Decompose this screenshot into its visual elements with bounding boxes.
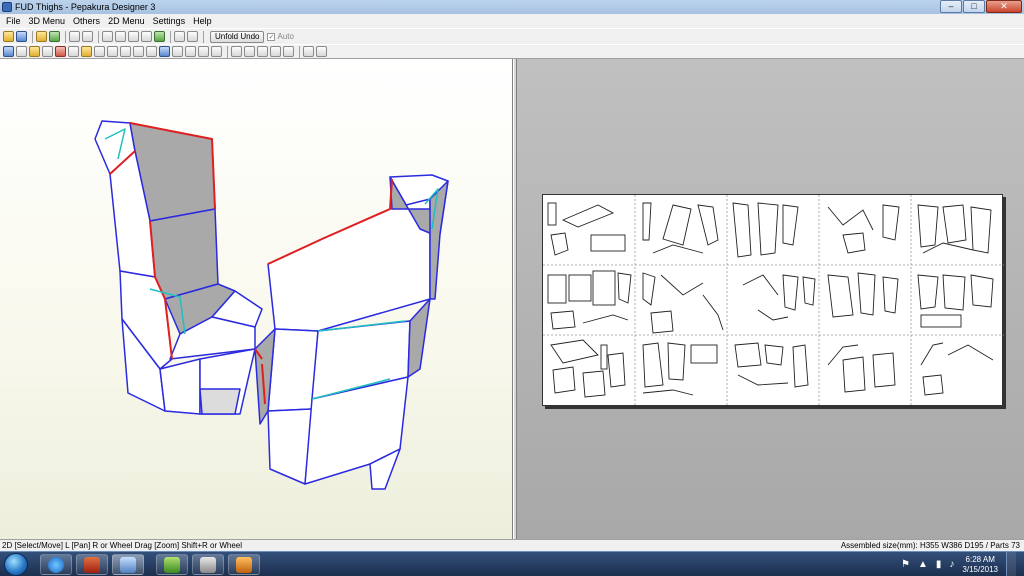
- close-button[interactable]: ✕: [986, 0, 1022, 13]
- pepakura-designer-icon: [120, 556, 136, 573]
- auto-label: Auto: [277, 32, 294, 41]
- right-thigh-model: [254, 174, 449, 490]
- toolbar-separator: [32, 30, 33, 43]
- taskbar-archive[interactable]: [228, 554, 260, 575]
- undo-icon[interactable]: [69, 31, 80, 42]
- scissors-icon[interactable]: [107, 46, 118, 57]
- status-bar: 2D [Select/Move] L [Pan] R or Wheel Drag…: [0, 539, 1024, 551]
- menu-bar: File 3D Menu Others 2D Menu Settings Hel…: [0, 14, 1024, 28]
- pointer-icon[interactable]: [16, 46, 27, 57]
- taskbar-ie[interactable]: [40, 554, 72, 575]
- pepakura-icon: [84, 556, 100, 573]
- secondary-toolbar: [0, 44, 1024, 59]
- unfold-undo-button[interactable]: Unfold Undo: [210, 30, 265, 43]
- refresh-icon[interactable]: [133, 46, 144, 57]
- taskbar-notepad[interactable]: [156, 554, 188, 575]
- toolbar-separator: [65, 30, 66, 43]
- system-tray: ⚑ ▲ ▮ ♪ 6:28 AM 3/15/2013: [901, 552, 1024, 576]
- align-bottom-icon[interactable]: [283, 46, 294, 57]
- rotate-icon[interactable]: [42, 46, 53, 57]
- menu-others[interactable]: Others: [69, 16, 104, 26]
- toolbar-separator: [227, 45, 228, 58]
- paper-icon[interactable]: [29, 46, 40, 57]
- minimize-button[interactable]: –: [940, 0, 962, 13]
- maximize-button[interactable]: □: [963, 0, 985, 13]
- network-icon[interactable]: ▮: [936, 559, 942, 570]
- 3d-view[interactable]: [0, 59, 513, 539]
- mirror-icon[interactable]: [94, 46, 105, 57]
- anchor-icon[interactable]: [128, 31, 139, 42]
- notepad-icon: [164, 556, 180, 573]
- grid-icon[interactable]: [146, 46, 157, 57]
- save-icon[interactable]: [16, 31, 27, 42]
- color-icon[interactable]: [55, 46, 66, 57]
- toolbar-separator: [299, 45, 300, 58]
- settings-icon[interactable]: [198, 46, 209, 57]
- redo-icon[interactable]: [82, 31, 93, 42]
- 2d-view[interactable]: [517, 59, 1024, 539]
- title-bar: FUD Thighs - Pepakura Designer 3 – □ ✕: [0, 0, 1024, 14]
- flag-icon[interactable]: ⚑: [901, 559, 910, 570]
- clock-time: 6:28 AM: [965, 554, 995, 564]
- select-mode-icon[interactable]: [3, 46, 14, 57]
- menu-help[interactable]: Help: [189, 16, 216, 26]
- layer-icon[interactable]: [159, 46, 170, 57]
- main-toolbar: Unfold Undo ✓ Auto: [0, 28, 1024, 44]
- texture-icon[interactable]: [49, 31, 60, 42]
- menu-file[interactable]: File: [2, 16, 25, 26]
- move-icon[interactable]: [68, 46, 79, 57]
- align-top-icon[interactable]: [270, 46, 281, 57]
- show-hidden-icon[interactable]: ▲: [918, 559, 928, 570]
- align-right-icon[interactable]: [257, 46, 268, 57]
- pattern-sheet[interactable]: [542, 194, 1004, 407]
- unfolded-parts: [543, 195, 1004, 407]
- taskbar-pepakura-designer[interactable]: [112, 554, 144, 575]
- window-title: FUD Thighs - Pepakura Designer 3: [15, 2, 156, 12]
- menu-2d[interactable]: 2D Menu: [104, 16, 149, 26]
- flap-icon[interactable]: [154, 31, 165, 42]
- number-icon[interactable]: [185, 46, 196, 57]
- media-player-icon: [200, 556, 216, 573]
- taskbar-media[interactable]: [192, 554, 224, 575]
- clock[interactable]: 6:28 AM 3/15/2013: [962, 555, 998, 575]
- edit-edge-icon[interactable]: [102, 31, 113, 42]
- flip-icon[interactable]: [120, 46, 131, 57]
- window-controls: – □ ✕: [940, 0, 1022, 13]
- window-split-icon[interactable]: [187, 31, 198, 42]
- taskbar: ⚑ ▲ ▮ ♪ 6:28 AM 3/15/2013: [0, 551, 1024, 576]
- zoom-out-icon[interactable]: [316, 46, 327, 57]
- toolbar-separator: [98, 30, 99, 43]
- print-icon[interactable]: [211, 46, 222, 57]
- auto-checkbox[interactable]: ✓ Auto: [267, 32, 294, 41]
- start-button[interactable]: [4, 553, 28, 576]
- status-help-text: 2D [Select/Move] L [Pan] R or Wheel Drag…: [2, 541, 243, 550]
- pepakura-app-icon: [2, 2, 12, 12]
- show-desktop-button[interactable]: [1006, 552, 1016, 576]
- status-assembled-size: Assembled size(mm): H355 W386 D195 / Par…: [840, 541, 1020, 550]
- join-edge-icon[interactable]: [115, 31, 126, 42]
- toolbar-separator: [203, 30, 204, 43]
- open-icon[interactable]: [3, 31, 14, 42]
- window-single-icon[interactable]: [174, 31, 185, 42]
- left-thigh-model: [94, 120, 263, 415]
- taskbar-pepakura-viewer[interactable]: [76, 554, 108, 575]
- copy-icon[interactable]: [141, 31, 152, 42]
- unfold-icon[interactable]: [36, 31, 47, 42]
- toolbar-separator: [170, 30, 171, 43]
- internet-explorer-icon: [48, 556, 64, 573]
- archive-icon: [236, 556, 252, 573]
- align-left-icon[interactable]: [231, 46, 242, 57]
- part-icon[interactable]: [81, 46, 92, 57]
- 3d-model-render: [94, 120, 449, 490]
- menu-settings[interactable]: Settings: [149, 16, 190, 26]
- menu-3d[interactable]: 3D Menu: [25, 16, 70, 26]
- zoom-in-icon[interactable]: [303, 46, 314, 57]
- align-center-icon[interactable]: [244, 46, 255, 57]
- volume-icon[interactable]: ♪: [949, 559, 954, 570]
- clock-date: 3/15/2013: [962, 564, 998, 574]
- checkbox-icon: ✓: [267, 32, 276, 41]
- text-icon[interactable]: [172, 46, 183, 57]
- part-outlines: [547, 202, 994, 398]
